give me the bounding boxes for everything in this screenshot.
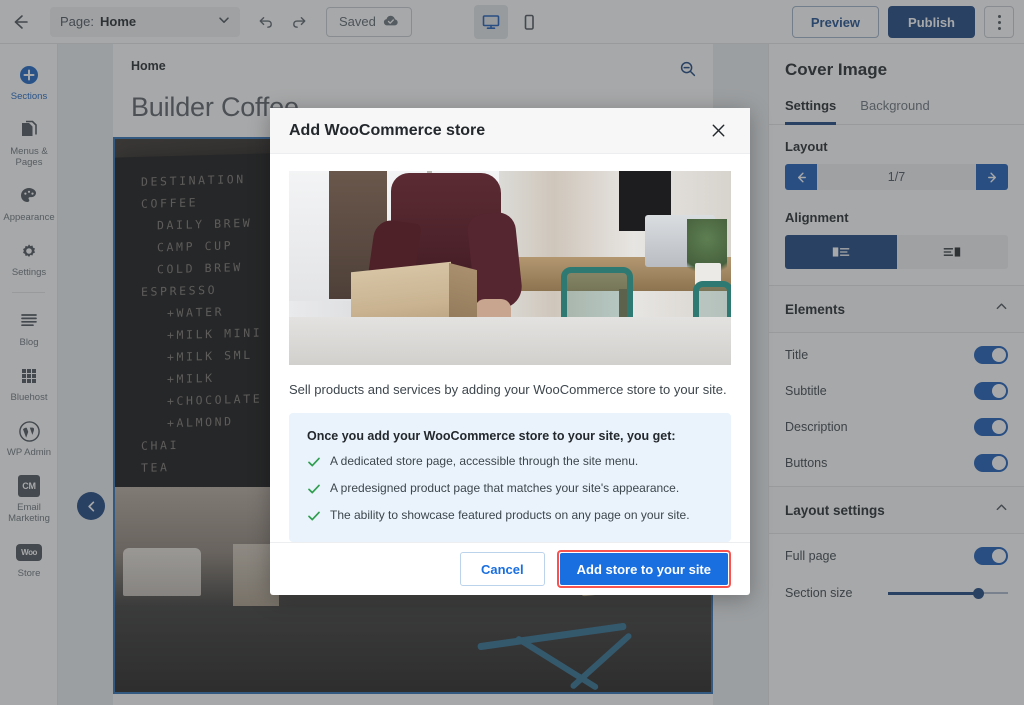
close-icon <box>712 124 724 137</box>
dialog-description: Sell products and services by adding you… <box>289 382 727 398</box>
benefit-text: A predesigned product page that matches … <box>330 481 680 496</box>
submit-button-highlight: Add store to your site <box>556 550 731 589</box>
check-icon <box>307 455 321 472</box>
benefit-item: A predesigned product page that matches … <box>307 481 713 499</box>
benefits-title: Once you add your WooCommerce store to y… <box>307 429 676 444</box>
benefit-text: A dedicated store page, accessible throu… <box>330 454 639 469</box>
close-button[interactable] <box>705 118 731 144</box>
photo-floor <box>289 317 731 366</box>
add-woocommerce-store-dialog: Add WooCommerce store Sell products and … <box>270 108 750 595</box>
cancel-button[interactable]: Cancel <box>460 552 545 587</box>
dialog-title: Add WooCommerce store <box>289 121 486 139</box>
add-store-button[interactable]: Add store to your site <box>559 553 728 586</box>
check-icon <box>307 509 321 526</box>
dialog-body: Sell products and services by adding you… <box>270 154 750 543</box>
benefit-item: The ability to showcase featured product… <box>307 508 713 526</box>
dialog-header: Add WooCommerce store <box>270 108 750 155</box>
benefits-info-box: Once you add your WooCommerce store to y… <box>289 413 731 543</box>
benefit-item: A dedicated store page, accessible throu… <box>307 454 713 472</box>
dialog-footer: Cancel Add store to your site <box>270 542 750 595</box>
check-icon <box>307 482 321 499</box>
benefit-text: The ability to showcase featured product… <box>330 508 690 523</box>
app-root: Page: Home Saved Preview Publish Section… <box>0 0 1024 705</box>
promo-image <box>289 171 731 366</box>
